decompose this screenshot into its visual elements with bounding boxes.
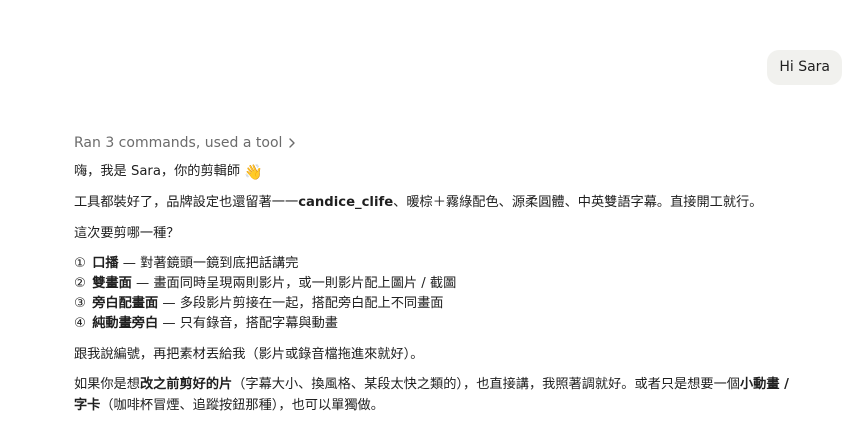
option-desc: — 多段影片剪接在一起，搭配旁白配上不同畫面 bbox=[158, 296, 444, 311]
option-title: 旁白配畫面 bbox=[92, 296, 159, 311]
closing-line-1: 如果你是想改之前剪好的片（字幕大小、換風格、某段太快之類的），也直接講，我照著調… bbox=[74, 375, 789, 395]
option-title: 口播 bbox=[92, 256, 119, 271]
option-desc: — 對著鏡頭一鏡到底把話講完 bbox=[118, 256, 299, 271]
instruction-line: 跟我說編號，再把素材丟給我（影片或錄音檔拖進來就好）。 bbox=[74, 347, 424, 362]
option-title: 雙畫面 bbox=[92, 276, 132, 291]
option-desc: — 畫面同時呈現兩則影片，或一則影片配上圖片 / 截圖 bbox=[131, 276, 457, 291]
closing-text: 如果你是想 bbox=[74, 377, 140, 392]
user-message-text: Hi Sara bbox=[779, 59, 830, 75]
closing-bold: 小動畫 / bbox=[739, 377, 789, 392]
setup-suffix: 、暖棕＋霧綠配色、源柔圓體、中英雙語字幕。直接開工就行。 bbox=[393, 195, 763, 210]
tool-summary-text: Ran 3 commands, used a tool bbox=[74, 135, 283, 151]
brand-name: candice_clife bbox=[298, 195, 394, 210]
option-2: ② 雙畫面 — 畫面同時呈現兩則影片，或一則影片配上圖片 / 截圖 bbox=[74, 274, 456, 294]
setup-prefix: 工具都裝好了，品牌設定也還留著一一 bbox=[74, 195, 299, 210]
waving-hand-icon: 👋 bbox=[244, 163, 263, 181]
user-message-bubble: Hi Sara bbox=[767, 50, 842, 85]
closing-bold: 字卡 bbox=[74, 398, 101, 413]
closing-text: （字幕大小、換風格、某段太快之類的），也直接講，我照著調就好。或者只是想要一個 bbox=[232, 377, 740, 392]
question-line: 這次要剪哪一種？ bbox=[74, 226, 180, 241]
greeting-line: 嗨，我是 Sara，你的剪輯師 👋 bbox=[74, 162, 263, 182]
option-3: ③ 旁白配畫面 — 多段影片剪接在一起，搭配旁白配上不同畫面 bbox=[74, 294, 443, 314]
greeting-text: 嗨，我是 Sara，你的剪輯師 bbox=[74, 164, 241, 179]
setup-line: 工具都裝好了，品牌設定也還留著一一candice_clife、暖棕＋霧綠配色、源… bbox=[74, 193, 762, 213]
closing-line-2: 字卡（咖啡杯冒煙、追蹤按鈕那種），也可以單獨做。 bbox=[74, 396, 384, 416]
chevron-right-icon bbox=[289, 138, 296, 148]
option-number: ① bbox=[74, 256, 86, 271]
option-number: ④ bbox=[74, 316, 86, 331]
closing-bold: 改之前剪好的片 bbox=[139, 377, 233, 392]
option-4: ④ 純動畫旁白 — 只有錄音，搭配字幕與動畫 bbox=[74, 314, 338, 334]
option-number: ③ bbox=[74, 296, 86, 311]
closing-text: （咖啡杯冒煙、追蹤按鈕那種），也可以單獨做。 bbox=[100, 398, 384, 413]
option-number: ② bbox=[74, 276, 86, 291]
tool-summary-toggle[interactable]: Ran 3 commands, used a tool bbox=[74, 133, 296, 153]
option-title: 純動畫旁白 bbox=[92, 316, 159, 331]
option-desc: — 只有錄音，搭配字幕與動畫 bbox=[158, 316, 338, 331]
option-1: ① 口播 — 對著鏡頭一鏡到底把話講完 bbox=[74, 254, 298, 274]
